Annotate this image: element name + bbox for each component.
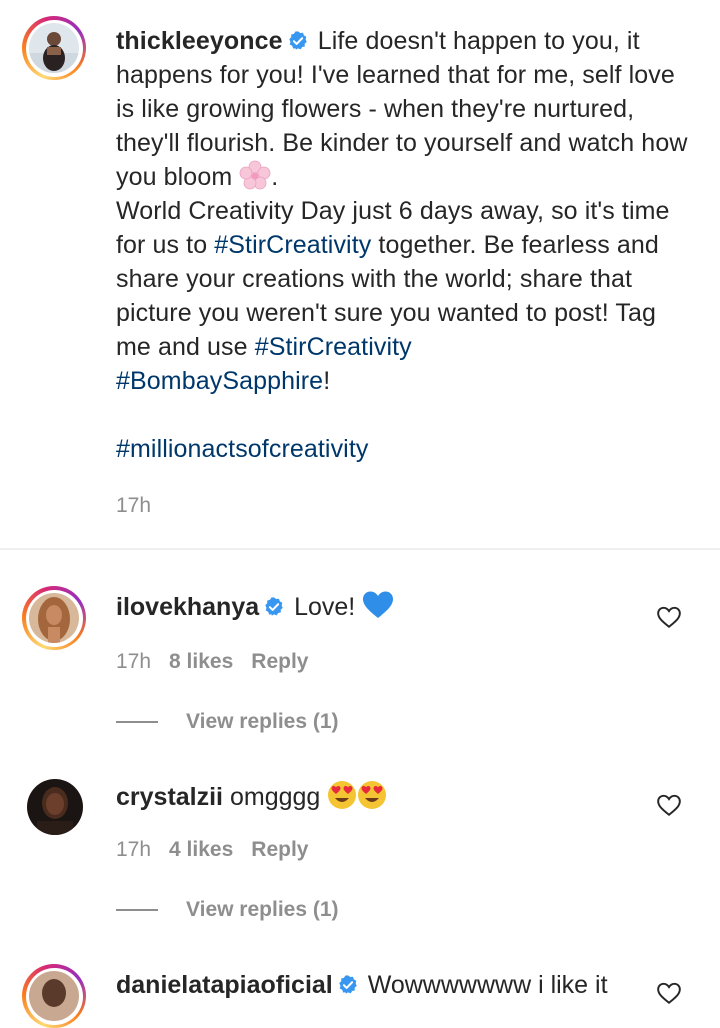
view-replies-label: View replies (1) (186, 710, 339, 733)
comment-username[interactable]: crystalzii (116, 783, 223, 811)
ilovekhanya-photo (29, 593, 79, 643)
verified-icon (265, 597, 283, 616)
comment-meta: 17h 4 likes Reply (116, 838, 326, 862)
comment-text: Love! (287, 593, 356, 621)
comment-danielatapiaoficial: danielatapiaoficial Wowwwwwww i like it (116, 968, 608, 1002)
post-author-avatar[interactable] (22, 16, 86, 80)
hashtag-millionactsofcreativity[interactable]: #millionactsofcreativity (116, 435, 369, 463)
reply-button[interactable]: Reply (251, 838, 308, 861)
caption-text-2: . (271, 163, 279, 191)
hashtag-bombaysapphire[interactable]: #BombaySapphire (116, 367, 323, 395)
comment-avatar-ilovekhanya[interactable] (22, 586, 86, 650)
comment-text: omgggg (223, 783, 321, 811)
reply-button[interactable]: Reply (251, 650, 308, 673)
hashtag-stircreativity-2[interactable]: #StirCreativity (255, 333, 412, 361)
comment-likes[interactable]: 8 likes (169, 650, 233, 673)
heart-outline-icon[interactable] (656, 604, 682, 630)
verified-icon (339, 975, 357, 994)
danielatapiaoficial-photo (29, 971, 79, 1021)
comment-ilovekhanya: ilovekhanya Love! (116, 590, 394, 624)
comment-text: Wowwwwwww i like it (360, 971, 608, 999)
divider (0, 548, 720, 550)
verified-icon (288, 31, 307, 50)
heart-outline-icon[interactable] (656, 792, 682, 818)
view-replies-button[interactable]: View replies (1) (116, 710, 339, 734)
post-username[interactable]: thickleeyonce (116, 27, 283, 55)
comment-avatar-danielatapiaoficial[interactable] (22, 964, 86, 1028)
replies-line (116, 721, 158, 723)
comment-meta: 17h 8 likes Reply (116, 650, 326, 674)
caption-text-5: ! (323, 367, 331, 395)
heart-eyes-emoji (358, 781, 387, 809)
replies-line (116, 909, 158, 911)
author-photo (29, 23, 79, 73)
blue-heart-emoji (363, 591, 394, 618)
comment-username[interactable]: ilovekhanya (116, 593, 259, 621)
crystalzii-photo (27, 779, 83, 835)
comment-time: 17h (116, 650, 152, 673)
heart-outline-icon[interactable] (656, 980, 682, 1006)
view-replies-label: View replies (1) (186, 898, 339, 921)
comment-time: 17h (116, 838, 152, 861)
comment-avatar-crystalzii[interactable] (27, 779, 83, 835)
hashtag-stircreativity-1[interactable]: #StirCreativity (214, 231, 371, 259)
post-timestamp: 17h (116, 494, 152, 517)
view-replies-button[interactable]: View replies (1) (116, 898, 339, 922)
cherry-blossom-emoji (239, 160, 271, 190)
comment-username[interactable]: danielatapiaoficial (116, 971, 333, 999)
heart-eyes-emoji (328, 781, 357, 809)
comment-likes[interactable]: 4 likes (169, 838, 233, 861)
comment-crystalzii: crystalzii omgggg (116, 780, 387, 814)
post-caption: thickleeyonce Life doesn't happen to you… (116, 24, 696, 466)
